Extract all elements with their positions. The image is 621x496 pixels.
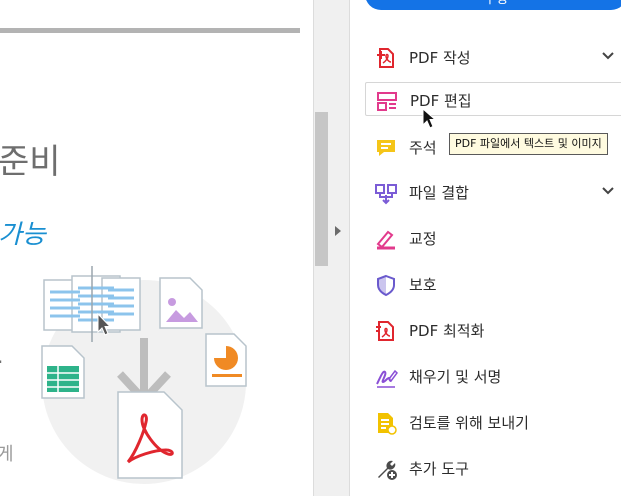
- shield-icon: [374, 273, 398, 297]
- tool-send-for-review[interactable]: 검토를 위해 보내기: [365, 405, 621, 439]
- primary-action-button[interactable]: 수정: [365, 0, 621, 10]
- optimize-pdf-icon: [374, 319, 398, 343]
- tool-combine-files[interactable]: 파일 결합: [365, 175, 621, 209]
- tool-pdf-create[interactable]: PDF 작성: [365, 40, 621, 74]
- pane-splitter[interactable]: [313, 0, 350, 496]
- chevron-down-icon[interactable]: [601, 51, 615, 61]
- tool-label: 교정: [409, 230, 437, 248]
- document-text-fragment: ·: [0, 350, 3, 374]
- convert-to-pdf-illustration: [41, 266, 247, 484]
- combine-files-icon: [374, 181, 398, 205]
- document-subheading: 가능: [0, 220, 46, 250]
- tool-pdf-edit[interactable]: PDF 편집: [365, 82, 621, 116]
- fill-sign-icon: [374, 365, 398, 389]
- tool-label: 검토를 위해 보내기: [409, 414, 529, 432]
- tool-label: 채우기 및 서명: [409, 368, 502, 386]
- tooltip: PDF 파일에서 텍스트 및 이미지: [449, 133, 608, 155]
- tool-label: 보호: [409, 276, 437, 294]
- document-heading: 준비: [0, 142, 61, 182]
- pdf-edit-icon: [375, 89, 399, 113]
- tool-more-tools[interactable]: 추가 도구: [365, 451, 621, 485]
- tool-optimize-pdf[interactable]: PDF 최적화: [365, 313, 621, 347]
- scrollbar-thumb[interactable]: [315, 112, 328, 266]
- tool-label: PDF 편집: [410, 92, 472, 110]
- tool-label: PDF 작성: [409, 49, 471, 67]
- redact-icon: [374, 227, 398, 251]
- send-review-icon: [374, 411, 398, 435]
- document-divider: [0, 28, 300, 33]
- collapse-arrow-icon[interactable]: [335, 226, 341, 236]
- tool-label: 추가 도구: [409, 460, 469, 478]
- more-tools-icon: [374, 457, 398, 481]
- document-text-fragment-2: 게: [0, 444, 14, 465]
- pdf-create-icon: [374, 46, 398, 70]
- mouse-cursor-icon: [422, 108, 436, 129]
- tool-label: PDF 최적화: [409, 322, 485, 340]
- document-pane: 준비 가능 · 게: [0, 0, 313, 496]
- tool-fill-sign[interactable]: 채우기 및 서명: [365, 359, 621, 393]
- comment-icon: [374, 136, 398, 160]
- tool-protect[interactable]: 보호: [365, 267, 621, 301]
- tools-pane: 수정 PDF 작성 PDF 편집 주석 파일 결합 교정 보호 PDF 최적화 …: [350, 0, 621, 496]
- tool-label: 파일 결합: [409, 184, 469, 202]
- tool-redact[interactable]: 교정: [365, 221, 621, 255]
- tool-label: 주석: [409, 139, 437, 157]
- chevron-down-icon[interactable]: [601, 186, 615, 196]
